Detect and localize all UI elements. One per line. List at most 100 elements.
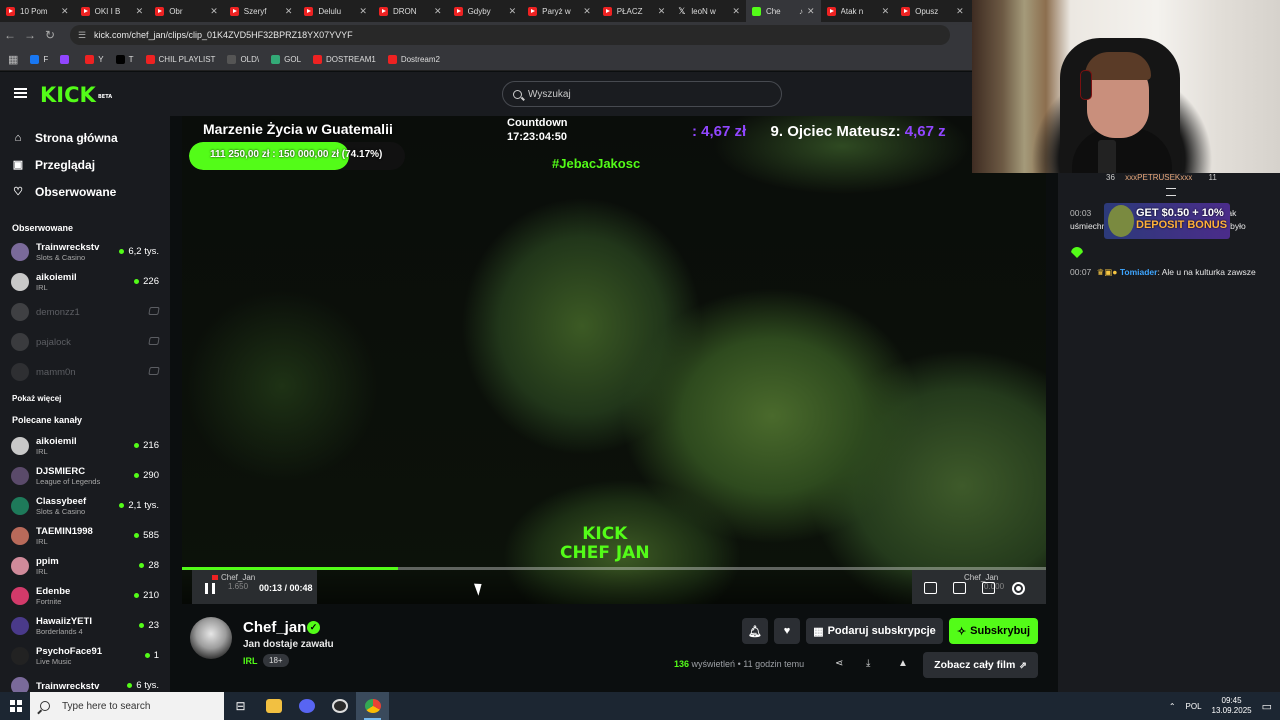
reload-icon[interactable]: ↻ [40,28,60,42]
settings-gear-icon[interactable] [1012,582,1025,595]
taskbar-search-input[interactable]: Type here to search [30,692,224,720]
close-icon[interactable]: ✕ [61,6,69,17]
chat-top-right: 11 [1208,173,1217,182]
close-icon[interactable]: ✕ [285,6,293,17]
browser-tab[interactable]: 10 Pom ✕ [0,0,75,22]
sidebar-channel[interactable]: PsychoFace91 Live Music 1 [0,641,170,671]
kick-icon [751,6,761,16]
notification-icon[interactable]: ▭ [1262,700,1272,713]
sidebar-nav-item[interactable]: ⌂ Strona główna [0,124,170,151]
pip-icon[interactable] [924,582,937,594]
browser-tab[interactable]: 𝕏leoN w ✕ [671,0,746,22]
kick-logo[interactable]: KICK BETA [40,84,112,106]
fullscreen-icon[interactable] [982,582,995,594]
menu-icon[interactable] [14,88,27,98]
close-icon[interactable]: ✕ [807,6,815,17]
sidebar-nav: ⌂ Strona główna ▣ Przeglądaj ♡ Obserwowane [0,116,170,205]
windows-start-icon[interactable] [0,692,30,720]
chat-username[interactable]: Tomiader [1120,267,1158,277]
browser-tab[interactable]: Szeryf ✕ [224,0,299,22]
notification-bell-button[interactable]: 🔔︎ [742,618,768,644]
browser-tab[interactable]: Paryż w ✕ [522,0,597,22]
watch-full-film-button[interactable]: Zobacz cały film ⇗ [923,652,1038,678]
close-icon[interactable]: ✕ [732,6,740,17]
sidebar-channel[interactable]: DJSMIERC League of Legends 290 [0,461,170,491]
browser-tab[interactable]: Che ♪ ✕ [745,0,821,22]
channel-avatar[interactable] [190,617,232,659]
back-icon[interactable]: ← [0,28,20,42]
sidebar-channel[interactable]: aikoiemil IRL 216 [0,431,170,461]
browser-tab[interactable]: Obr ✕ [149,0,224,22]
close-icon[interactable]: ✕ [210,6,218,17]
close-icon[interactable]: ✕ [136,6,144,17]
close-icon[interactable]: ✕ [583,6,591,17]
bookmark-item[interactable]: DOSTREAM1 [313,54,376,64]
download-icon[interactable]: ⤓ [866,658,870,669]
theater-icon[interactable] [953,582,966,594]
file-explorer-icon[interactable] [257,692,290,720]
close-icon[interactable]: ✕ [509,6,517,17]
kick-watermark: KICK CHEF JAN [560,525,650,563]
chrome-icon[interactable] [356,692,389,720]
sidebar-channel[interactable]: Trainwreckstv 6 tys. [0,671,170,692]
browser-tab[interactable]: Gdyby ✕ [448,0,523,22]
chat-mode-icon[interactable] [1166,188,1176,196]
sidebar-channel[interactable]: ppim IRL 28 [0,551,170,581]
sidebar-channel[interactable]: HawaiizYETI Borderlands 4 23 [0,611,170,641]
bookmark-item[interactable] [60,54,73,64]
sidebar-nav-label: Strona główna [35,130,118,145]
browser-tab[interactable]: OKI I B ✕ [75,0,150,22]
channel-text: Classybeef Slots & Casino [36,496,86,517]
sidebar-channel[interactable]: mamm0n [0,357,170,387]
language-indicator[interactable]: POL [1186,702,1202,711]
bookmark-item[interactable]: OLD\ [227,54,259,64]
share-icon[interactable]: ⋖ [835,658,843,669]
deposit-bonus-ad[interactable]: GET $0.50 + 10% DEPOSIT BONUS [1104,203,1230,239]
close-icon[interactable]: ✕ [658,6,666,17]
task-view-icon[interactable]: ⊟ [224,692,257,720]
show-more-link[interactable]: Pokaż więcej [0,387,170,411]
discord-icon[interactable] [290,692,323,720]
browser-tab[interactable]: DRON ✕ [373,0,448,22]
sidebar-channel[interactable]: pajalock [0,327,170,357]
close-icon[interactable]: ✕ [882,6,890,17]
obs-icon[interactable] [323,692,356,720]
sidebar-nav-item[interactable]: ♡ Obserwowane [0,178,170,205]
bookmark-item[interactable]: Y [85,54,104,64]
video-player[interactable]: Marzenie Życia w Guatemalii 111 250,00 z… [182,116,1046,604]
sidebar-channel[interactable]: demonzz1 [0,297,170,327]
channel-name[interactable]: Chef_jan [243,619,306,636]
pause-icon[interactable] [205,583,215,594]
search-icon [40,701,50,711]
sidebar-channel[interactable]: Trainwreckstv Slots & Casino 6,2 tys. [0,237,170,267]
clock[interactable]: 09:45 13.09.2025 [1212,696,1252,716]
gift-subscription-button[interactable]: ▦ Podaruj subskrypcje [806,618,943,644]
bookmark-item[interactable]: T [115,54,134,64]
subscribe-button[interactable]: ✧ Subskrybuj [949,618,1038,644]
close-icon[interactable]: ✕ [434,6,442,17]
close-icon[interactable]: ✕ [359,6,367,17]
browser-tab[interactable]: Opusz ✕ [895,0,970,22]
sidebar-channel[interactable]: aikoiemil IRL 226 [0,267,170,297]
category-link[interactable]: IRL [243,656,258,666]
bookmark-item[interactable]: GOL [271,54,301,64]
tray-chevron-icon[interactable]: ⌃ [1169,702,1176,711]
url-field[interactable]: ☰ kick.com/chef_jan/clips/clip_01K4ZVD5H… [70,25,950,45]
apps-grid-icon[interactable]: ▦ [8,53,18,66]
sidebar-channel[interactable]: Classybeef Slots & Casino 2,1 tys. [0,491,170,521]
forward-icon[interactable]: → [20,28,40,42]
browser-tab[interactable]: PŁACZ ✕ [597,0,672,22]
sidebar-nav-item[interactable]: ▣ Przeglądaj [0,151,170,178]
sidebar-channel[interactable]: TAEMIN1998 IRL 585 [0,521,170,551]
browser-tab[interactable]: Atak n ✕ [821,0,896,22]
bookmark-item[interactable]: CHIL PLAYLIST [145,54,215,64]
sidebar-channel[interactable]: Edenbe Fortnite 210 [0,581,170,611]
browser-tab[interactable]: Delulu ✕ [298,0,373,22]
site-info-icon[interactable]: ☰ [78,30,88,41]
bookmark-item[interactable]: Dostream2 [387,54,440,64]
search-input[interactable]: Wyszukaj [502,81,782,107]
close-icon[interactable]: ✕ [956,6,964,17]
bookmark-item[interactable]: F [30,54,48,64]
follow-button[interactable]: ♥ [774,618,800,644]
report-icon[interactable]: ▲ [898,658,908,669]
